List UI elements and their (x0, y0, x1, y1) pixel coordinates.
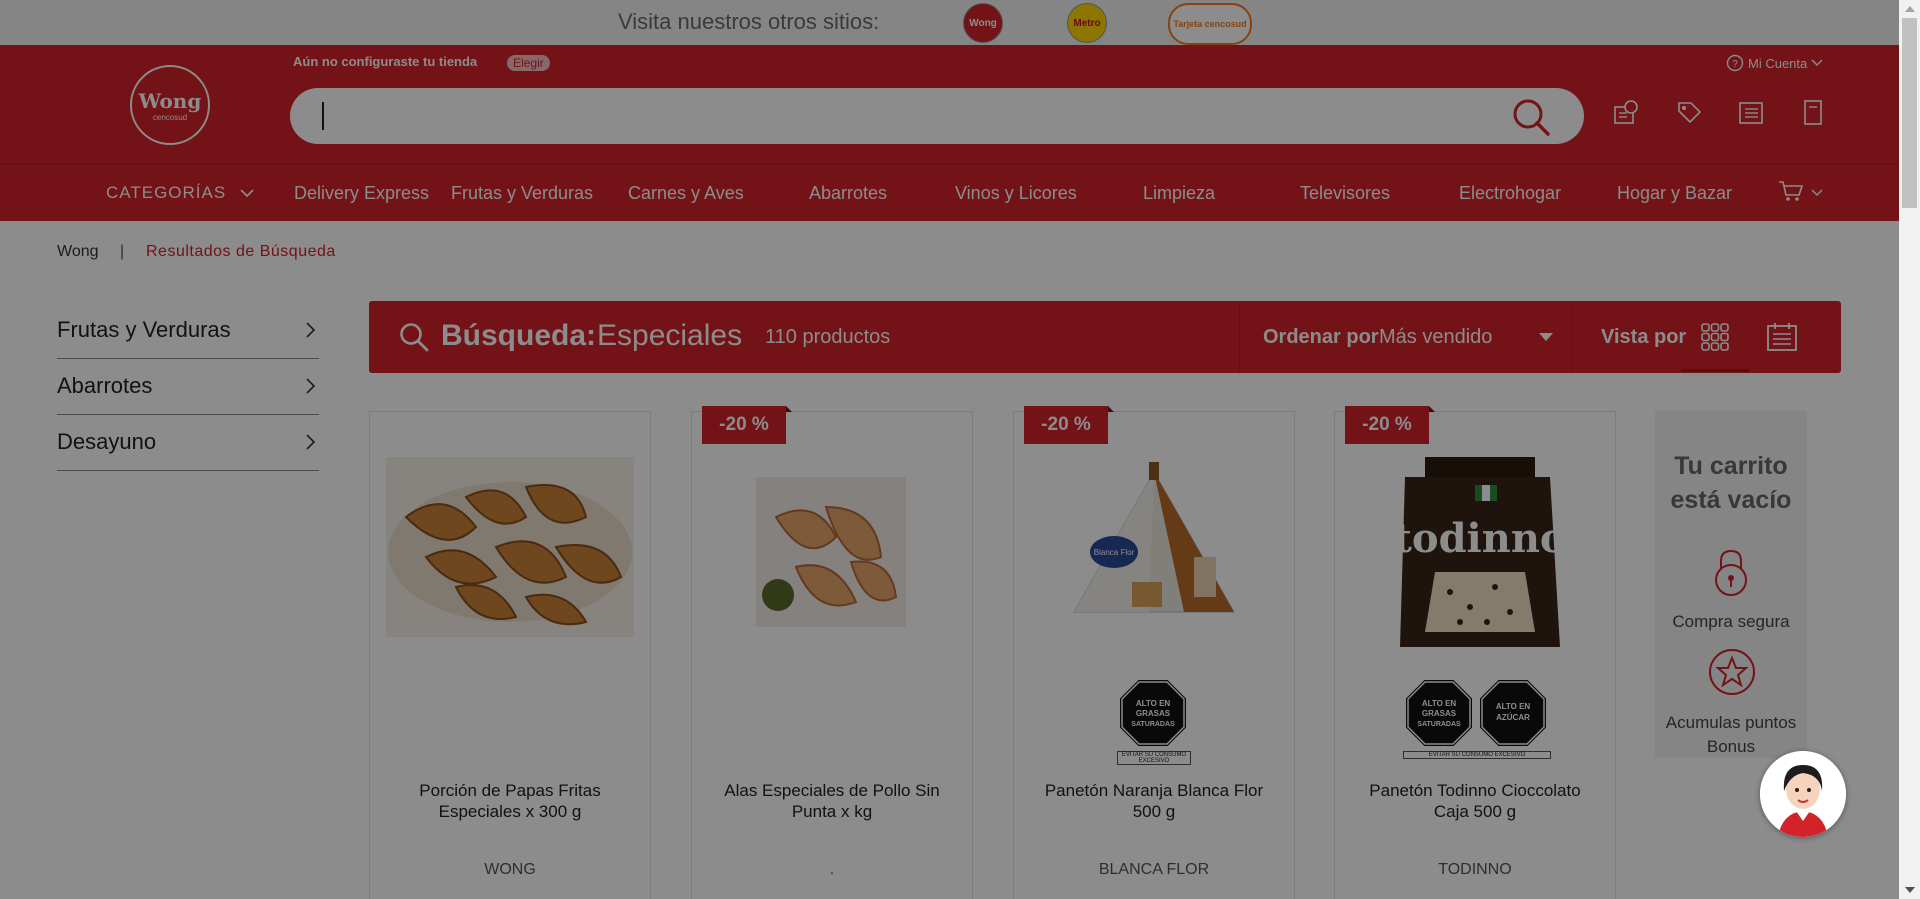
page: Visita nuestros otros sitios: Wong Metro… (0, 0, 1899, 899)
scrollbar-thumb[interactable] (1902, 18, 1917, 208)
scroll-up-arrow-icon[interactable] (1905, 6, 1915, 12)
page-scrollbar[interactable] (1899, 0, 1920, 899)
chat-assistant-button[interactable] (1760, 751, 1846, 837)
assistant-avatar-icon (1760, 751, 1846, 837)
modal-backdrop[interactable] (0, 0, 1899, 899)
scroll-down-arrow-icon[interactable] (1905, 887, 1915, 893)
